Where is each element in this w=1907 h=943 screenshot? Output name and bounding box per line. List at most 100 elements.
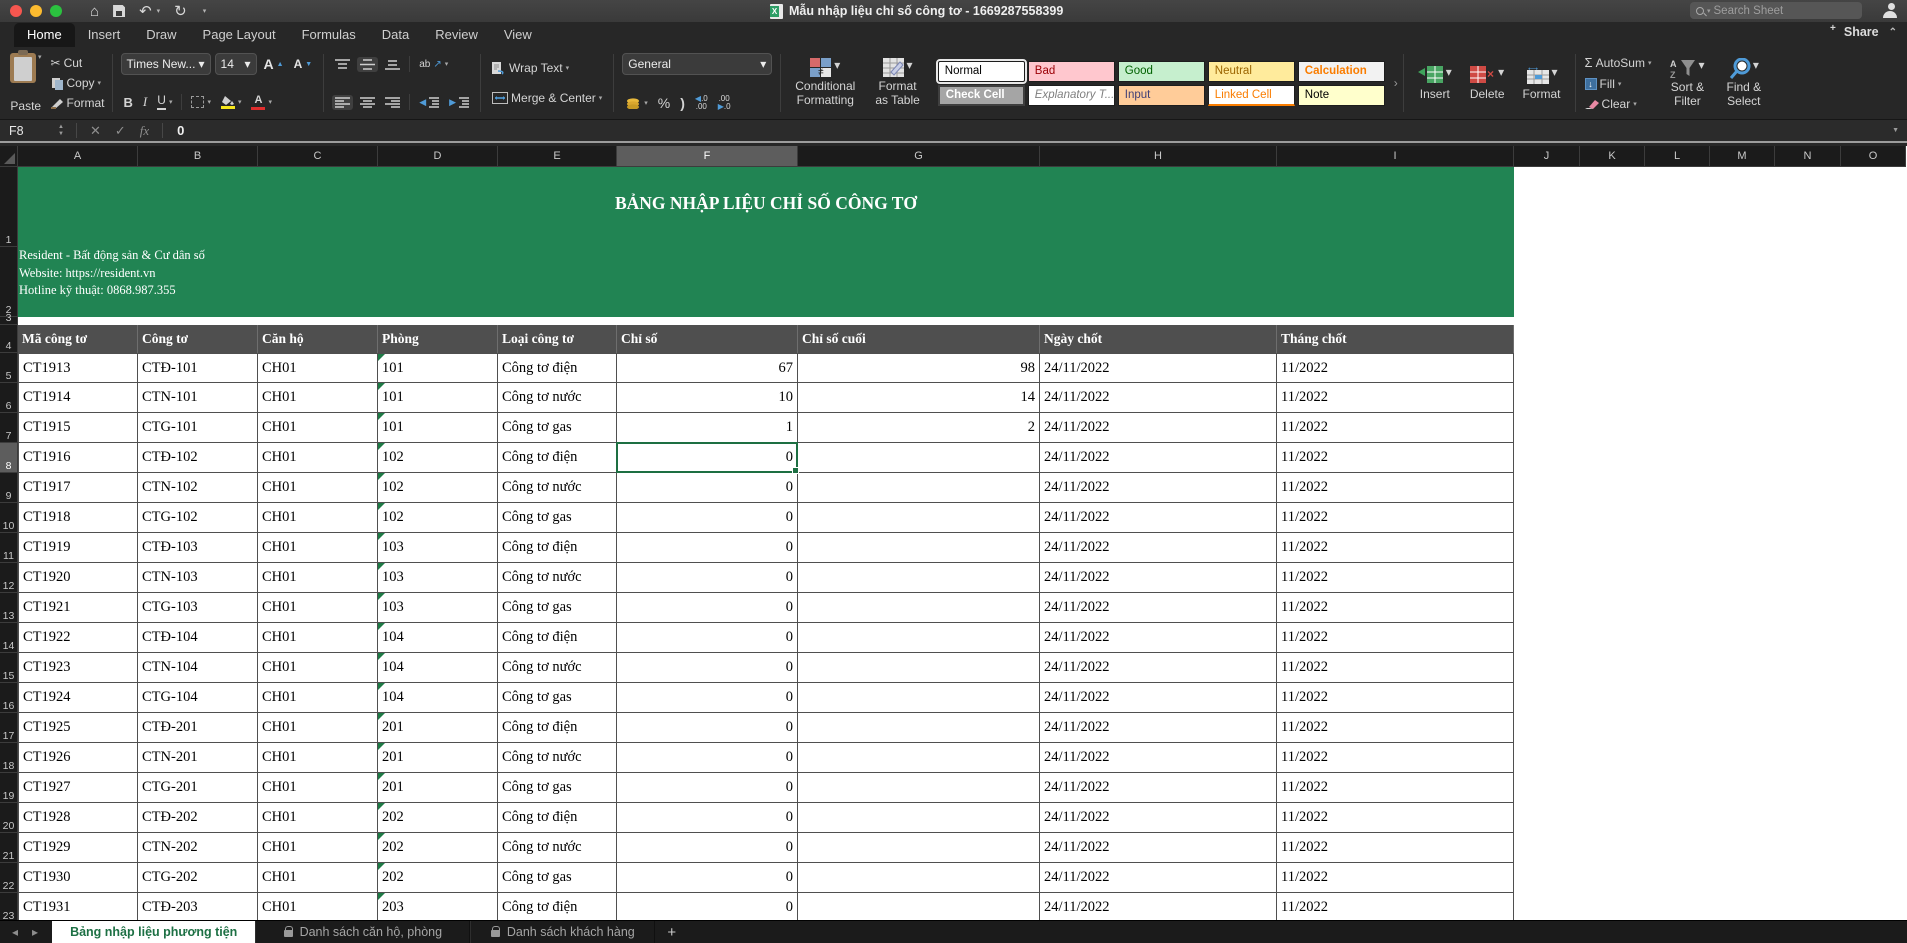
cell[interactable]: 11/2022: [1277, 533, 1514, 563]
orientation-button[interactable]: ab↗▾: [416, 57, 451, 72]
tab-draw[interactable]: Draw: [133, 23, 189, 47]
cell[interactable]: 11/2022: [1277, 383, 1514, 413]
cell[interactable]: 67: [617, 353, 798, 383]
column-header-C[interactable]: C: [258, 146, 378, 167]
style-chip[interactable]: Linked Cell: [1208, 85, 1295, 106]
cell[interactable]: CTĐ-202: [138, 803, 258, 833]
style-chip[interactable]: Good: [1118, 61, 1205, 82]
cell[interactable]: Công tơ gas: [498, 593, 617, 623]
cell[interactable]: 24/11/2022: [1040, 593, 1277, 623]
cell[interactable]: 201: [378, 743, 498, 773]
cell[interactable]: 11/2022: [1277, 653, 1514, 683]
column-header-B[interactable]: B: [138, 146, 258, 167]
cell[interactable]: 103: [378, 533, 498, 563]
table-header-cell[interactable]: Ngày chốt: [1040, 325, 1277, 353]
zoom-button[interactable]: [50, 5, 62, 17]
prev-sheet-icon[interactable]: ◂: [12, 925, 18, 939]
format-as-table-button[interactable]: ▾ Formatas Table: [869, 58, 925, 108]
cell[interactable]: 24/11/2022: [1040, 893, 1277, 923]
style-chip[interactable]: Normal: [938, 61, 1025, 82]
cell[interactable]: CH01: [258, 653, 378, 683]
cell[interactable]: CT1915: [18, 413, 138, 443]
format-cells-button[interactable]: ⟷▾ Format: [1517, 65, 1567, 101]
cell[interactable]: Công tơ nước: [498, 383, 617, 413]
cell[interactable]: 102: [378, 503, 498, 533]
share-button[interactable]: Share: [1844, 25, 1879, 39]
cell[interactable]: 24/11/2022: [1040, 653, 1277, 683]
tab-view[interactable]: View: [491, 23, 545, 47]
cell[interactable]: CH01: [258, 803, 378, 833]
cell[interactable]: Công tơ nước: [498, 653, 617, 683]
cell[interactable]: 11/2022: [1277, 593, 1514, 623]
cell[interactable]: [798, 683, 1040, 713]
row-header-23[interactable]: 23: [0, 893, 18, 923]
cell[interactable]: CH01: [258, 383, 378, 413]
cell[interactable]: [798, 773, 1040, 803]
column-header-I[interactable]: I: [1277, 146, 1514, 167]
redo-icon[interactable]: ↻: [174, 4, 187, 19]
cell[interactable]: CH01: [258, 533, 378, 563]
insert-function-icon[interactable]: fx: [140, 123, 149, 139]
cell[interactable]: 202: [378, 863, 498, 893]
tab-data[interactable]: Data: [369, 23, 422, 47]
cell[interactable]: 24/11/2022: [1040, 773, 1277, 803]
cell[interactable]: CT1914: [18, 383, 138, 413]
cell[interactable]: 11/2022: [1277, 503, 1514, 533]
fill-button[interactable]: ↓Fill▾: [1582, 75, 1655, 93]
row-header-17[interactable]: 17: [0, 713, 18, 743]
borders-button[interactable]: ▾: [188, 94, 214, 110]
column-header-E[interactable]: E: [498, 146, 617, 167]
cell[interactable]: Công tơ gas: [498, 863, 617, 893]
cell[interactable]: [798, 563, 1040, 593]
tab-home[interactable]: Home: [14, 23, 75, 47]
sheet-tab-can-ho-phong[interactable]: Danh sách căn hộ, phòng: [255, 921, 470, 943]
cell[interactable]: [798, 833, 1040, 863]
cell[interactable]: 0: [617, 503, 798, 533]
row-header-19[interactable]: 19: [0, 773, 18, 803]
style-chip[interactable]: Explanatory T...: [1028, 85, 1115, 106]
collapse-ribbon-icon[interactable]: ⌃: [1889, 27, 1897, 38]
column-header-L[interactable]: L: [1645, 146, 1710, 167]
align-middle-button[interactable]: [357, 57, 378, 72]
selected-cell-outline[interactable]: [616, 442, 798, 473]
cell[interactable]: [798, 473, 1040, 503]
row-header-1[interactable]: 1: [0, 167, 18, 247]
row-header-16[interactable]: 16: [0, 683, 18, 713]
cell[interactable]: CT1921: [18, 593, 138, 623]
cell[interactable]: 201: [378, 773, 498, 803]
table-header-cell[interactable]: Loại công tơ: [498, 325, 617, 353]
cell[interactable]: 0: [617, 773, 798, 803]
row-header-4[interactable]: 4: [0, 325, 18, 353]
close-button[interactable]: [10, 5, 22, 17]
cell[interactable]: 11/2022: [1277, 833, 1514, 863]
cell[interactable]: [798, 743, 1040, 773]
style-chip[interactable]: Check Cell: [938, 85, 1025, 106]
cell[interactable]: 14: [798, 383, 1040, 413]
cell[interactable]: Công tơ điện: [498, 713, 617, 743]
cell[interactable]: CT1930: [18, 863, 138, 893]
cell[interactable]: 11/2022: [1277, 713, 1514, 743]
align-center-button[interactable]: [357, 95, 378, 110]
cell[interactable]: 24/11/2022: [1040, 563, 1277, 593]
cell[interactable]: CH01: [258, 833, 378, 863]
cell[interactable]: [798, 593, 1040, 623]
select-all-corner[interactable]: [0, 146, 18, 167]
cell[interactable]: CT1922: [18, 623, 138, 653]
cell[interactable]: 11/2022: [1277, 623, 1514, 653]
cell[interactable]: 101: [378, 353, 498, 383]
table-header-cell[interactable]: Tháng chốt: [1277, 325, 1514, 353]
fill-color-button[interactable]: ▾: [218, 94, 245, 111]
paste-button[interactable]: ▾ Paste: [6, 51, 46, 115]
cell[interactable]: CT1920: [18, 563, 138, 593]
style-chip[interactable]: Input: [1118, 85, 1205, 106]
cell[interactable]: 104: [378, 683, 498, 713]
cell[interactable]: 24/11/2022: [1040, 623, 1277, 653]
align-left-button[interactable]: [332, 95, 353, 110]
cell[interactable]: [798, 713, 1040, 743]
row-header-15[interactable]: 15: [0, 653, 18, 683]
cell[interactable]: 98: [798, 353, 1040, 383]
cell[interactable]: CH01: [258, 593, 378, 623]
shrink-font-button[interactable]: A▼: [291, 55, 316, 73]
cell[interactable]: CTĐ-103: [138, 533, 258, 563]
cell[interactable]: 24/11/2022: [1040, 803, 1277, 833]
